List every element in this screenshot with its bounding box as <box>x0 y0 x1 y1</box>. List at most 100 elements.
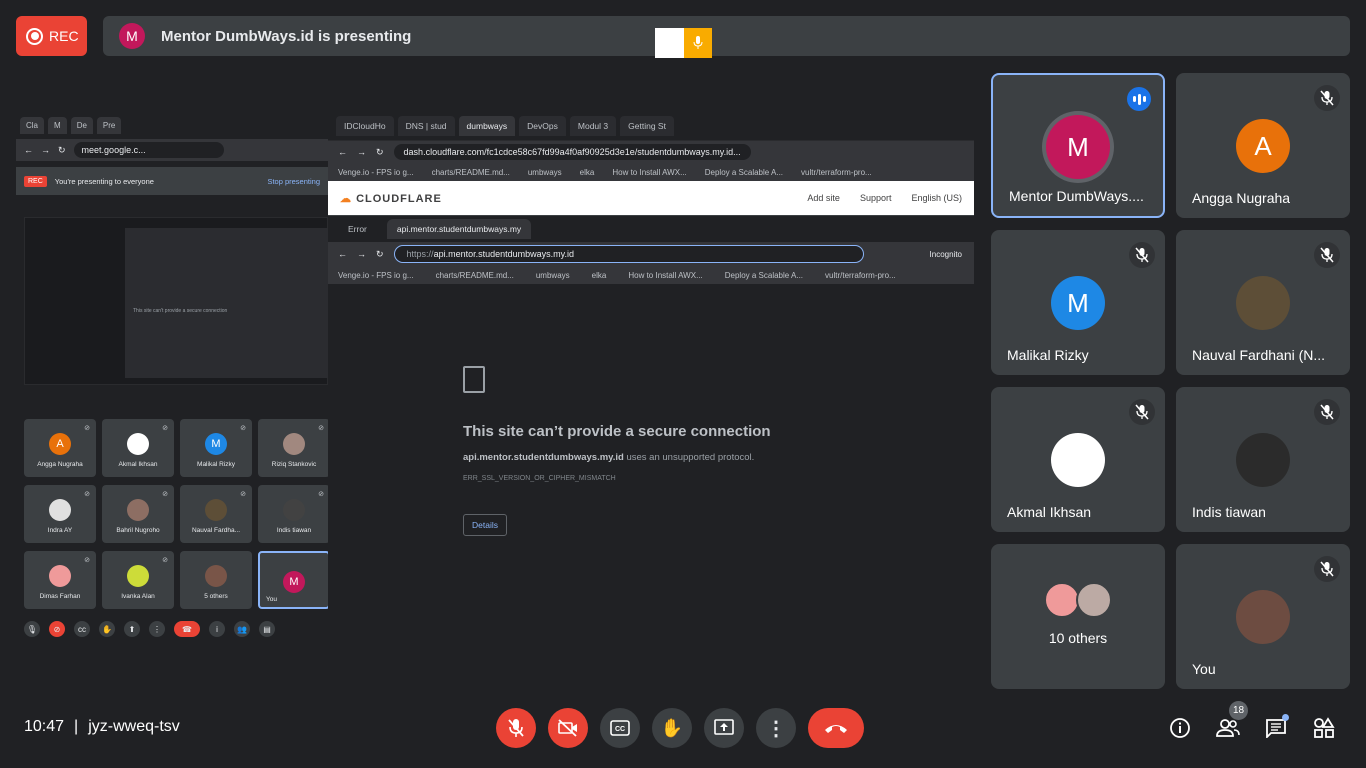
left-tab: Pre <box>96 116 122 134</box>
mini-avatar: A <box>49 432 71 455</box>
more-options-button[interactable]: ⋮ <box>756 708 796 748</box>
meeting-details-button[interactable] <box>1166 714 1194 742</box>
mini-hangup-icon: ☎ <box>174 621 200 637</box>
mini-avatar <box>205 498 227 521</box>
mini-participant-tile: Dimas Farhan ⊘ <box>24 551 96 609</box>
reload-icon: ↻ <box>376 248 384 259</box>
mic-off-icon <box>1129 242 1155 268</box>
left-address-bar: ← → ↻ meet.google.c... <box>16 139 328 161</box>
camera-off-icon <box>558 719 577 737</box>
mini-captions-icon: cc <box>74 621 90 637</box>
mic-toggle-button[interactable] <box>496 708 536 748</box>
hangup-icon <box>825 725 847 733</box>
recording-indicator[interactable]: REC <box>16 16 87 56</box>
mini-mic-off-icon: ⊘ <box>240 491 246 498</box>
participant-tile[interactable]: M Malikal Rizky <box>991 230 1165 375</box>
mini-rec-badge: REC <box>24 175 47 187</box>
bookmark: elka <box>579 167 595 177</box>
ssl-error-page: This site can’t provide a secure connect… <box>463 366 883 536</box>
mini-avatar <box>127 564 149 587</box>
bookmark: charts/README.md... <box>435 270 514 280</box>
right-tab: Getting St <box>620 115 674 136</box>
mini-participant-tile: M Malikal Rizky ⊘ <box>180 419 252 477</box>
mini-chat-icon: ▤ <box>259 621 275 637</box>
present-icon <box>714 719 734 735</box>
hand-icon: ✋ <box>660 717 684 738</box>
presenting-text: Mentor DumbWays.id is presenting <box>161 27 412 45</box>
participant-tile[interactable]: Indis tiawan <box>1176 387 1350 532</box>
left-tab: De <box>70 116 93 134</box>
mini-participant-name: You <box>266 596 277 603</box>
incognito-window: Error api.mentor.studentdumbways.my ← → … <box>328 215 974 649</box>
mini-camera-off-icon: ⊘ <box>49 621 65 637</box>
clock: 10:47 <box>24 718 65 735</box>
bookmark: Venge.io - FPS io g... <box>338 270 414 280</box>
mic-off-icon <box>1314 85 1340 111</box>
mini-mic-off-icon: ⊘ <box>162 557 168 564</box>
incognito-bookmarks-bar: Venge.io - FPS io g... charts/README.md.… <box>328 266 974 284</box>
mini-participant-tile: M You <box>258 551 330 609</box>
present-now-button[interactable] <box>704 708 744 748</box>
forward-icon: → <box>41 145 50 155</box>
error-code: ERR_SSL_VERSION_OR_CIPHER_MISMATCH <box>463 475 616 482</box>
forward-icon: → <box>357 147 366 157</box>
left-url: meet.google.c... <box>73 142 224 158</box>
participant-tile[interactable]: 10 others <box>991 544 1165 689</box>
mini-participant-tile: Nauval Fardha... ⊘ <box>180 485 252 543</box>
bookmark: How to Install AWX... <box>628 270 703 280</box>
mini-participant-tile: Indra AY ⊘ <box>24 485 96 543</box>
participant-tile[interactable]: Nauval Fardhani (N... <box>1176 230 1350 375</box>
participant-tile[interactable]: Akmal Ikhsan <box>991 387 1165 532</box>
cloudflare-logo: ☁ CLOUDFLARE <box>340 192 442 205</box>
presenting-to-everyone-banner: REC You're presenting to everyone Stop p… <box>16 167 328 195</box>
mini-avatar: M <box>205 432 227 455</box>
participant-name: Malikal Rizky <box>1007 347 1089 363</box>
mini-error-page: This site can't provide a secure connect… <box>125 228 329 378</box>
recursive-screen-preview: This site can't provide a secure connect… <box>24 217 329 385</box>
leave-call-button[interactable] <box>808 708 864 748</box>
mini-mic-off-icon: ⊘ <box>84 557 90 564</box>
mini-error-title: This site can't provide a secure connect… <box>133 308 228 314</box>
captions-icon: CC <box>610 720 630 736</box>
right-tab: dumbways <box>458 115 516 136</box>
rec-label: REC <box>49 28 79 44</box>
mini-participant-name: Angga Nugraha <box>37 460 83 468</box>
participant-tile[interactable]: You <box>1176 544 1350 689</box>
presenting-banner: M Mentor DumbWays.id is presenting <box>103 16 1350 56</box>
right-url: dash.cloudflare.com/fc1cdce58c67fd99a4f0… <box>393 144 751 160</box>
forward-icon: → <box>357 249 366 259</box>
shared-screen: Cla M De Pre ← → ↻ meet.google.c... REC … <box>16 111 974 649</box>
mini-participant-name: Indra AY <box>47 526 73 534</box>
mini-mic-icon: 🎙 <box>24 621 40 637</box>
captions-button[interactable]: CC <box>600 708 640 748</box>
mini-participant-name: Riziq Stankovic <box>271 460 317 468</box>
bookmark: How to Install AWX... <box>612 167 687 177</box>
mini-participant-name: Ivanka Alan <box>121 592 155 600</box>
incognito-url: https://api.mentor.studentdumbways.my.id <box>393 245 864 263</box>
mic-off-icon <box>1314 399 1340 425</box>
mini-participant-name: Dimas Farhan <box>39 592 81 600</box>
error-description: api.mentor.studentdumbways.my.id uses an… <box>463 452 755 463</box>
right-bookmarks-bar: Venge.io - FPS io g... charts/README.md.… <box>328 163 974 181</box>
chat-unread-dot <box>1282 714 1289 721</box>
raise-hand-button[interactable]: ✋ <box>652 708 692 748</box>
mini-avatar <box>205 564 227 587</box>
right-tab: DNS | stud <box>397 115 455 136</box>
mini-participant-tile: Riziq Stankovic ⊘ <box>258 419 330 477</box>
back-icon: ← <box>338 147 347 157</box>
participant-tile[interactable]: M Mentor DumbWays.... <box>991 73 1165 218</box>
camera-toggle-button[interactable] <box>548 708 588 748</box>
mini-participant-name: Nauval Fardha... <box>191 526 241 534</box>
participant-avatar: M <box>1046 115 1110 179</box>
svg-text:CC: CC <box>615 726 625 733</box>
incognito-tabs: Error api.mentor.studentdumbways.my <box>328 216 974 242</box>
mini-avatar: M <box>283 571 305 593</box>
bookmark: charts/README.md... <box>431 167 510 177</box>
mini-participant-tile: A Angga Nugraha ⊘ <box>24 419 96 477</box>
activities-button[interactable] <box>1310 714 1338 742</box>
participant-photo <box>1236 276 1290 330</box>
participant-tile[interactable]: A Angga Nugraha <box>1176 73 1350 218</box>
mini-avatar <box>283 432 305 455</box>
floating-mic-indicator <box>655 28 712 58</box>
others-avatar <box>1076 582 1112 618</box>
